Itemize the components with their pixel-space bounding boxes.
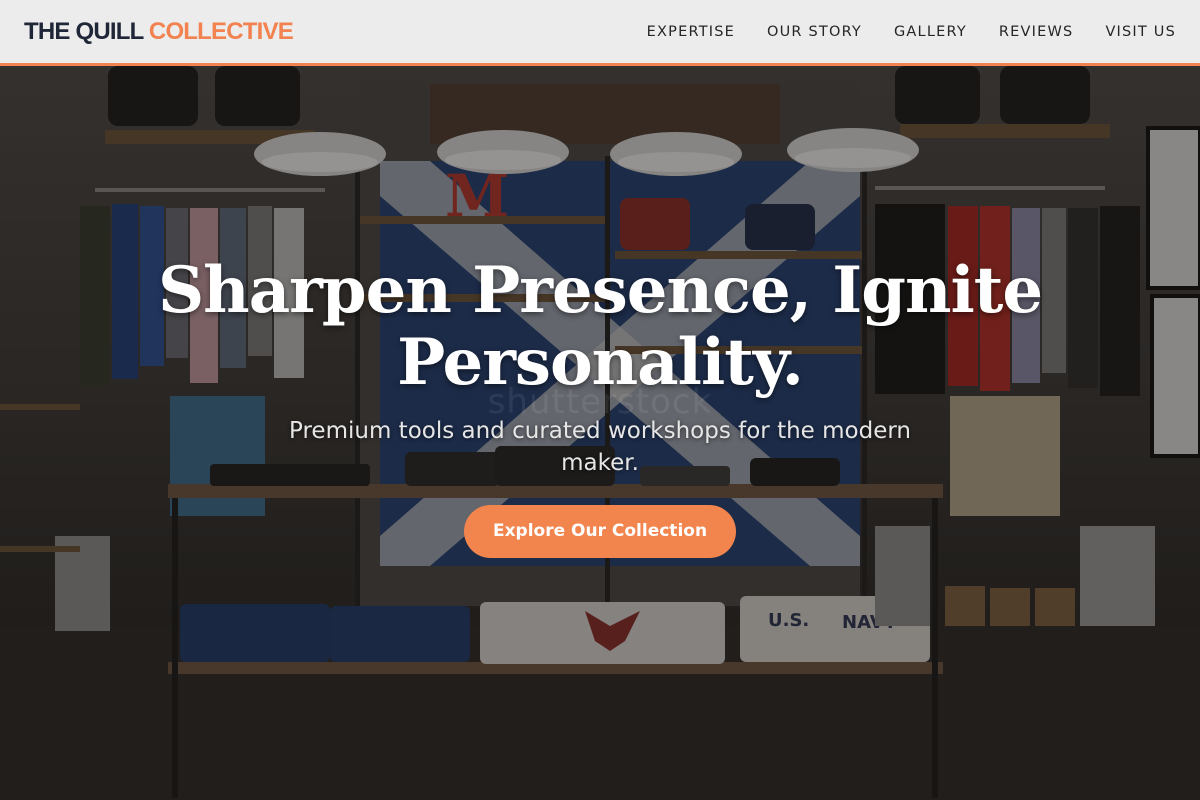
main-nav: EXPERTISE OUR STORY GALLERY REVIEWS VISI…: [615, 24, 1176, 40]
nav-link-gallery[interactable]: GALLERY: [894, 24, 967, 40]
explore-collection-button[interactable]: Explore Our Collection: [464, 505, 736, 558]
hero-section: M U.S. NAVY: [0, 66, 1200, 800]
brand-name-accent: COLLECTIVE: [148, 17, 294, 45]
nav-link-our-story[interactable]: OUR STORY: [767, 24, 862, 40]
site-header: THE QUILL COLLECTIVE EXPERTISE OUR STORY…: [0, 0, 1200, 66]
nav-link-visit-us[interactable]: VISIT US: [1105, 24, 1176, 40]
brand-logo[interactable]: THE QUILL COLLECTIVE: [24, 17, 294, 46]
brand-name-primary: THE QUILL: [24, 17, 144, 45]
nav-link-expertise[interactable]: EXPERTISE: [647, 24, 735, 40]
hero-dark-overlay: [0, 66, 1200, 800]
nav-link-reviews[interactable]: REVIEWS: [999, 24, 1074, 40]
